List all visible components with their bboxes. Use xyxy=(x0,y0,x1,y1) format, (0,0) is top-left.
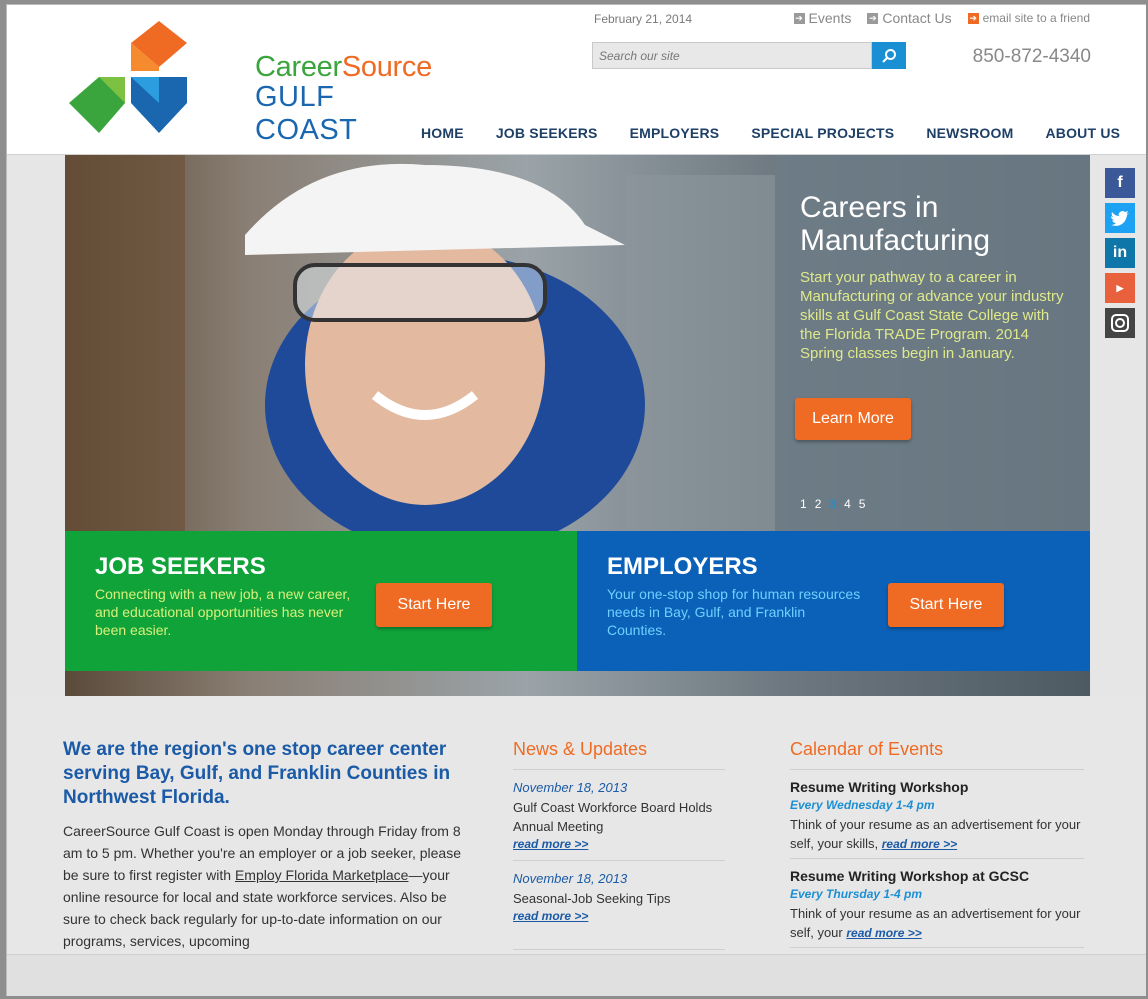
search-icon xyxy=(882,48,896,63)
intro-heading: We are the region's one stop career cent… xyxy=(63,739,451,808)
instagram-icon[interactable] xyxy=(1105,308,1135,338)
youtube-icon[interactable]: ▶ xyxy=(1105,273,1135,303)
horizontal-scrollbar-area xyxy=(7,954,1146,996)
phone-number: 850-872-4340 xyxy=(972,46,1091,67)
hero-caption-panel: Careers in Manufacturing Start your path… xyxy=(775,155,1090,531)
hero-slider: Careers in Manufacturing Start your path… xyxy=(65,155,1090,696)
social-links: f in ▶ xyxy=(1105,168,1135,338)
news-date: November 18, 2013 xyxy=(513,780,628,795)
event-time: Every Wednesday 1-4 pm xyxy=(790,798,935,812)
news-read-more[interactable]: read more >> xyxy=(513,837,588,851)
logo-wordmark: CareerSource xyxy=(255,51,432,83)
events-link[interactable]: ➔ Events xyxy=(793,10,851,26)
employ-florida-link[interactable]: Employ Florida Marketplace xyxy=(235,867,409,883)
arrow-icon: ➔ xyxy=(793,12,805,24)
arrow-icon: ➔ xyxy=(967,12,979,24)
nav-employers[interactable]: EMPLOYERS xyxy=(614,125,736,141)
divider xyxy=(790,858,1084,859)
site-header: CareerSource GULF COAST February 21, 201… xyxy=(7,5,1146,155)
employers-title: EMPLOYERS xyxy=(607,553,758,580)
employers-box: EMPLOYERS Your one-stop shop for human r… xyxy=(577,531,1090,671)
utility-links: ➔ Events ➔ Contact Us ➔ email site to a fri… xyxy=(793,10,1090,26)
event-description: Think of your resume as an advertisement… xyxy=(790,817,1081,851)
employers-start-button[interactable]: Start Here xyxy=(888,583,1004,627)
logo-subtitle: GULF COAST xyxy=(255,81,358,146)
audience-boxes: JOB SEEKERS Connecting with a new job, a… xyxy=(65,531,1090,671)
job-seekers-title: JOB SEEKERS xyxy=(95,553,266,580)
hero-description: Start your pathway to a career in Manufa… xyxy=(800,269,1064,362)
email-friend-link[interactable]: ➔ email site to a friend xyxy=(967,11,1090,25)
nav-special-projects[interactable]: SPECIAL PROJECTS xyxy=(735,125,910,141)
browser-viewport: CareerSource GULF COAST February 21, 201… xyxy=(6,4,1146,996)
nav-home[interactable]: HOME xyxy=(405,125,480,141)
logo-mark-icon xyxy=(69,21,187,133)
divider xyxy=(790,947,1084,948)
main-nav: HOME JOB SEEKERS EMPLOYERS SPECIAL PROJE… xyxy=(405,125,1136,141)
divider xyxy=(513,860,725,861)
employers-description: Your one-stop shop for human resources n… xyxy=(607,586,861,638)
slide-pager: 1 2 3 4 5 xyxy=(800,497,865,511)
nav-newsroom[interactable]: NEWSROOM xyxy=(910,125,1029,141)
calendar-heading: Calendar of Events xyxy=(790,739,944,759)
learn-more-button[interactable]: Learn More xyxy=(795,398,911,440)
facebook-icon[interactable]: f xyxy=(1105,168,1135,198)
current-date: February 21, 2014 xyxy=(594,12,693,26)
nav-job-seekers[interactable]: JOB SEEKERS xyxy=(480,125,614,141)
news-read-more[interactable]: read more >> xyxy=(513,909,588,923)
twitter-icon[interactable] xyxy=(1105,203,1135,233)
event-title[interactable]: Resume Writing Workshop at GCSC xyxy=(790,868,1029,884)
hero-title: Careers in Manufacturing xyxy=(800,191,991,257)
news-headline[interactable]: Seasonal-Job Seeking Tips xyxy=(513,889,723,908)
event-time: Every Thursday 1-4 pm xyxy=(790,887,923,901)
arrow-icon: ➔ xyxy=(867,12,879,24)
divider xyxy=(513,769,725,770)
search-input[interactable]: Search our site xyxy=(592,42,872,69)
slide-page-5[interactable]: 5 xyxy=(859,497,866,511)
slide-page-1[interactable]: 1 xyxy=(800,497,807,511)
news-date: November 18, 2013 xyxy=(513,871,628,886)
job-seekers-start-button[interactable]: Start Here xyxy=(376,583,492,627)
slide-page-4[interactable]: 4 xyxy=(844,497,851,511)
divider xyxy=(513,949,725,950)
slide-page-2[interactable]: 2 xyxy=(815,497,822,511)
search-bar: Search our site xyxy=(592,42,906,69)
divider xyxy=(790,769,1084,770)
event-description: Think of your resume as an advertisement… xyxy=(790,906,1081,940)
event-title[interactable]: Resume Writing Workshop xyxy=(790,779,968,795)
main-content: We are the region's one stop career cent… xyxy=(7,696,1146,996)
search-button[interactable] xyxy=(872,42,906,69)
job-seekers-description: Connecting with a new job, a new career,… xyxy=(95,586,351,638)
intro-body: CareerSource Gulf Coast is open Monday t… xyxy=(63,823,461,949)
contact-link[interactable]: ➔ Contact Us xyxy=(867,10,952,26)
event-read-more[interactable]: read more >> xyxy=(882,837,957,851)
slide-page-3[interactable]: 3 xyxy=(829,497,836,511)
news-headline[interactable]: Gulf Coast Workforce Board Holds Annual … xyxy=(513,798,723,836)
worker-illustration xyxy=(65,155,775,531)
news-heading: News & Updates xyxy=(513,739,648,759)
event-read-more[interactable]: read more >> xyxy=(846,926,921,940)
site-logo[interactable]: CareerSource GULF COAST xyxy=(69,21,432,146)
linkedin-icon[interactable]: in xyxy=(1105,238,1135,268)
job-seekers-box: JOB SEEKERS Connecting with a new job, a… xyxy=(65,531,577,671)
nav-about-us[interactable]: ABOUT US xyxy=(1029,125,1136,141)
